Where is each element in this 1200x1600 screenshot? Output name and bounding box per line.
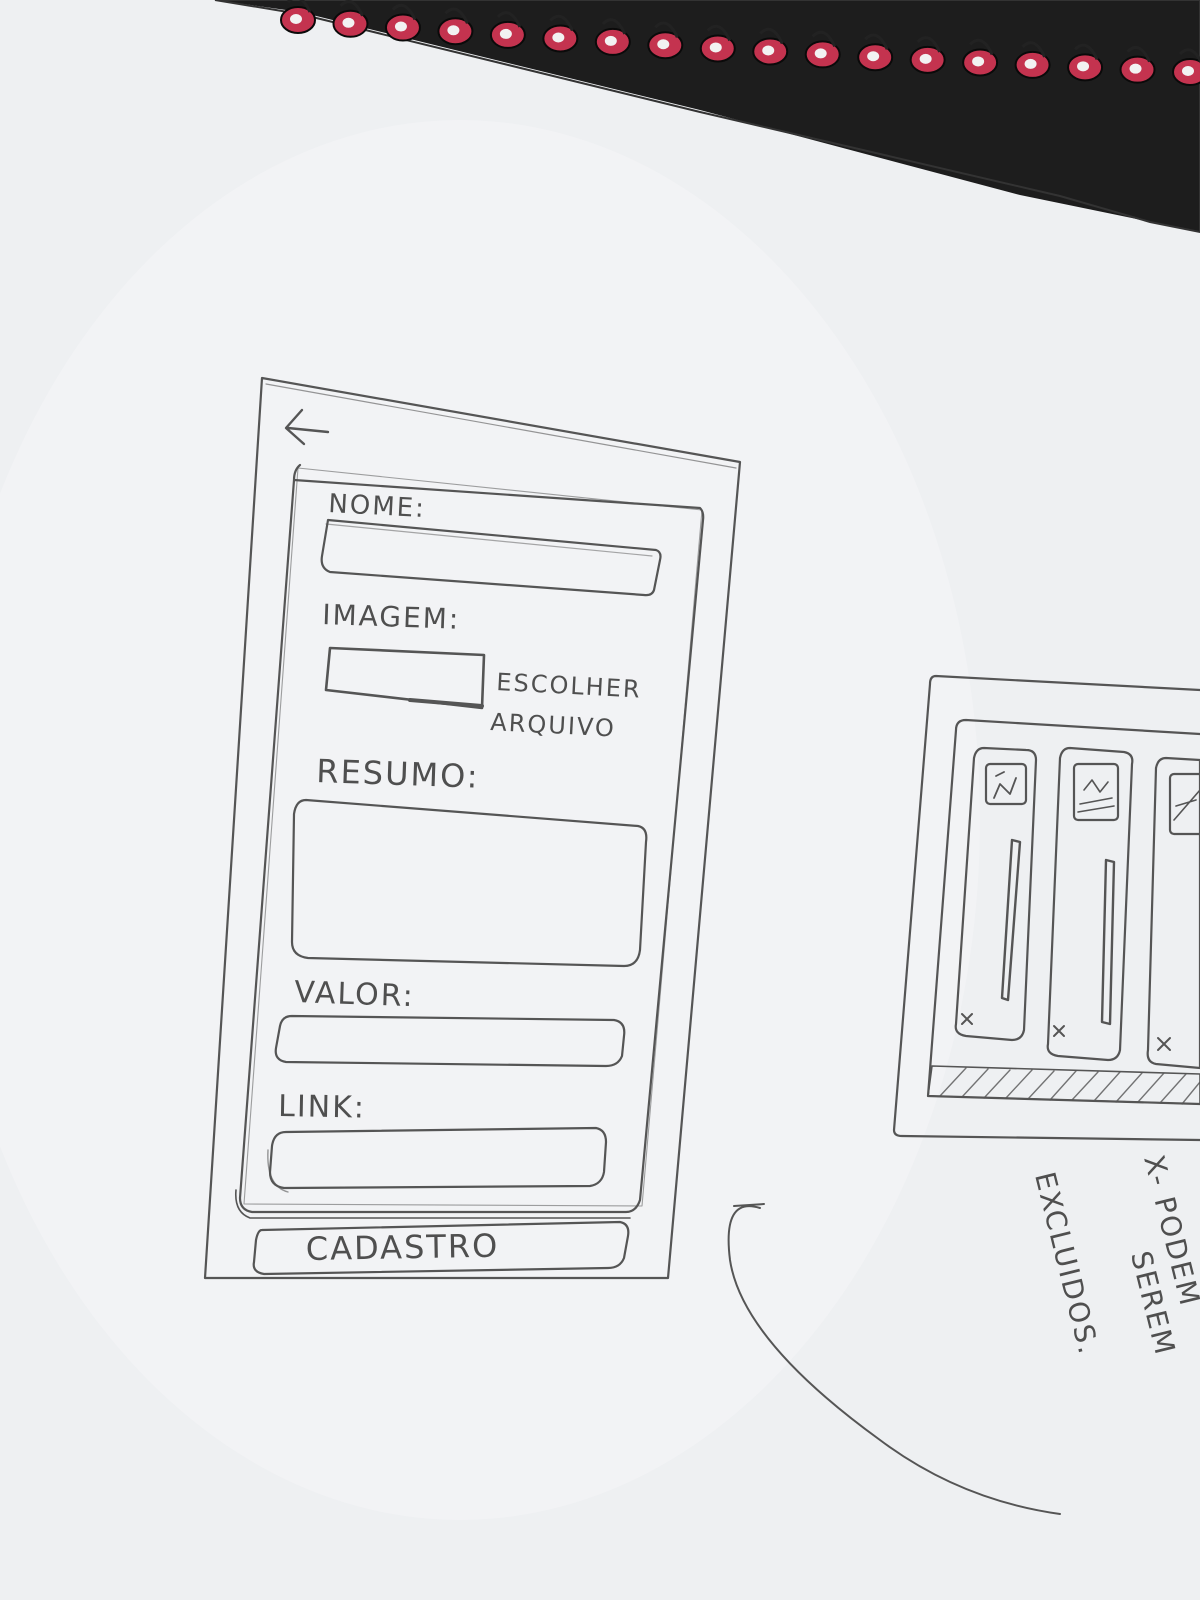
paper bbox=[0, 0, 1200, 1600]
binding-ring-hole bbox=[394, 21, 407, 32]
binding-ring-hole bbox=[709, 42, 722, 53]
binding-ring-hole bbox=[657, 39, 670, 50]
binding-ring-hole bbox=[919, 53, 932, 64]
binding-ring-hole bbox=[762, 45, 775, 56]
binding-ring-hole bbox=[552, 32, 565, 43]
binding-ring-hole bbox=[814, 48, 827, 59]
imagem-label: IMAGEM: bbox=[322, 598, 461, 636]
resumo-label: RESUMO: bbox=[316, 752, 480, 796]
sketch-canvas: NOME: IMAGEM: ESCOLHER ARQUIVO RESUMO: V… bbox=[0, 0, 1200, 1600]
binding-ring-hole bbox=[1129, 63, 1142, 74]
binding-ring-hole bbox=[447, 25, 460, 36]
cadastro-button-label[interactable]: CADASTRO bbox=[305, 1227, 499, 1268]
binding-ring-hole bbox=[1077, 61, 1090, 72]
binding-ring-hole bbox=[972, 56, 985, 67]
binding-ring-hole bbox=[1024, 58, 1037, 69]
binding-ring-hole bbox=[604, 35, 617, 46]
binding-ring-hole bbox=[499, 28, 512, 39]
binding-ring-hole bbox=[867, 51, 880, 62]
nome-label: NOME: bbox=[328, 489, 427, 524]
binding-ring-hole bbox=[1182, 66, 1194, 77]
valor-label: VALOR: bbox=[294, 975, 416, 1014]
binding-ring-hole bbox=[342, 17, 355, 28]
binding-ring-hole bbox=[290, 14, 302, 24]
link-label: LINK: bbox=[278, 1089, 366, 1126]
